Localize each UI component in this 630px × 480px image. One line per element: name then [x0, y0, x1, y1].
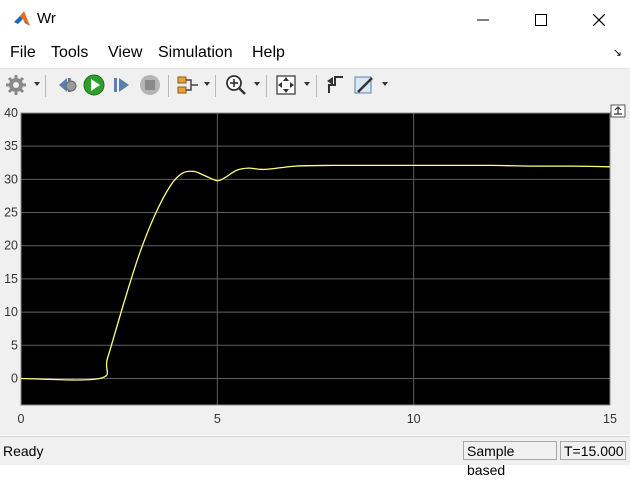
maximize-button[interactable] — [512, 0, 570, 40]
minimize-icon — [477, 19, 489, 21]
menu-bar: File Tools View Simulation Help ↘ — [0, 40, 630, 67]
y-tick-label: 10 — [4, 305, 18, 319]
run-icon — [83, 74, 105, 96]
maximize-icon — [535, 14, 547, 26]
matlab-icon — [14, 11, 30, 26]
axes-undock-button[interactable] — [610, 104, 626, 118]
scope-chart[interactable]: 0 5 10 15 20 25 30 35 40 0 5 10 15 — [0, 103, 630, 435]
toolbar-separator — [215, 75, 216, 97]
signal-selector-icon — [177, 76, 198, 94]
x-tick-label: 0 — [18, 412, 25, 426]
minimize-button[interactable] — [454, 0, 512, 40]
plot-background — [21, 113, 610, 405]
y-tick-label: 35 — [4, 139, 18, 153]
y-tick-label: 40 — [4, 106, 18, 120]
stop-icon — [140, 75, 160, 95]
scope-plot-area: 0 5 10 15 20 25 30 35 40 0 5 10 15 — [0, 103, 630, 435]
y-tick-label: 30 — [4, 172, 18, 186]
y-tick-label: 25 — [4, 206, 18, 220]
toolbar-separator — [316, 75, 317, 97]
signal-selector-dropdown-icon[interactable] — [204, 82, 210, 86]
signal-selector-button[interactable] — [176, 73, 200, 97]
step-forward-button[interactable] — [111, 73, 133, 97]
close-button[interactable] — [570, 0, 628, 40]
autoscale-dropdown-icon[interactable] — [304, 82, 310, 86]
x-tick-label: 15 — [603, 412, 617, 426]
settings-button[interactable] — [6, 73, 28, 97]
y-tick-label: 15 — [4, 272, 18, 286]
x-tick-label: 5 — [214, 412, 221, 426]
step-back-button[interactable] — [56, 73, 78, 97]
sample-mode-indicator: Sample based — [463, 441, 557, 478]
menu-file[interactable]: File — [10, 44, 36, 62]
zoom-dropdown-icon[interactable] — [254, 82, 260, 86]
run-button[interactable] — [83, 73, 105, 97]
grid-lines — [20, 112, 611, 406]
y-tick-label: 20 — [4, 239, 18, 253]
zoom-button[interactable] — [225, 73, 247, 97]
step-forward-icon — [114, 78, 129, 92]
zoom-in-icon — [226, 75, 246, 95]
undock-arrow-icon[interactable]: ↘ — [613, 46, 622, 59]
style-icon — [354, 76, 373, 94]
toolbar-separator — [168, 75, 169, 97]
title-bar: Wr — [0, 0, 630, 40]
cursor-measurements-button[interactable] — [325, 73, 347, 97]
autoscale-button[interactable] — [275, 73, 297, 97]
menu-simulation[interactable]: Simulation — [158, 44, 233, 62]
toolbar-separator — [266, 75, 267, 97]
menu-tools[interactable]: Tools — [51, 44, 88, 62]
stop-button[interactable] — [139, 73, 161, 97]
settings-dropdown-icon[interactable] — [34, 82, 40, 86]
autoscale-icon — [276, 75, 296, 95]
close-icon — [593, 14, 605, 26]
x-tick-label: 10 — [407, 412, 421, 426]
simulation-time: T=15.000 — [560, 441, 626, 460]
status-state: Ready — [3, 443, 44, 459]
menu-help[interactable]: Help — [252, 44, 285, 62]
y-tick-label: 5 — [11, 338, 18, 352]
gear-icon — [6, 75, 26, 95]
y-tick-label: 0 — [11, 371, 18, 385]
window-title: Wr — [37, 10, 56, 27]
toolbar-separator — [45, 75, 46, 97]
menu-view[interactable]: View — [108, 44, 142, 62]
cursor-measurements-icon — [327, 76, 343, 93]
step-back-icon — [59, 78, 77, 92]
status-bar: Ready Sample based T=15.000 — [0, 436, 630, 478]
style-dropdown-icon[interactable] — [382, 82, 388, 86]
style-button[interactable] — [353, 73, 375, 97]
toolbar — [0, 68, 630, 104]
